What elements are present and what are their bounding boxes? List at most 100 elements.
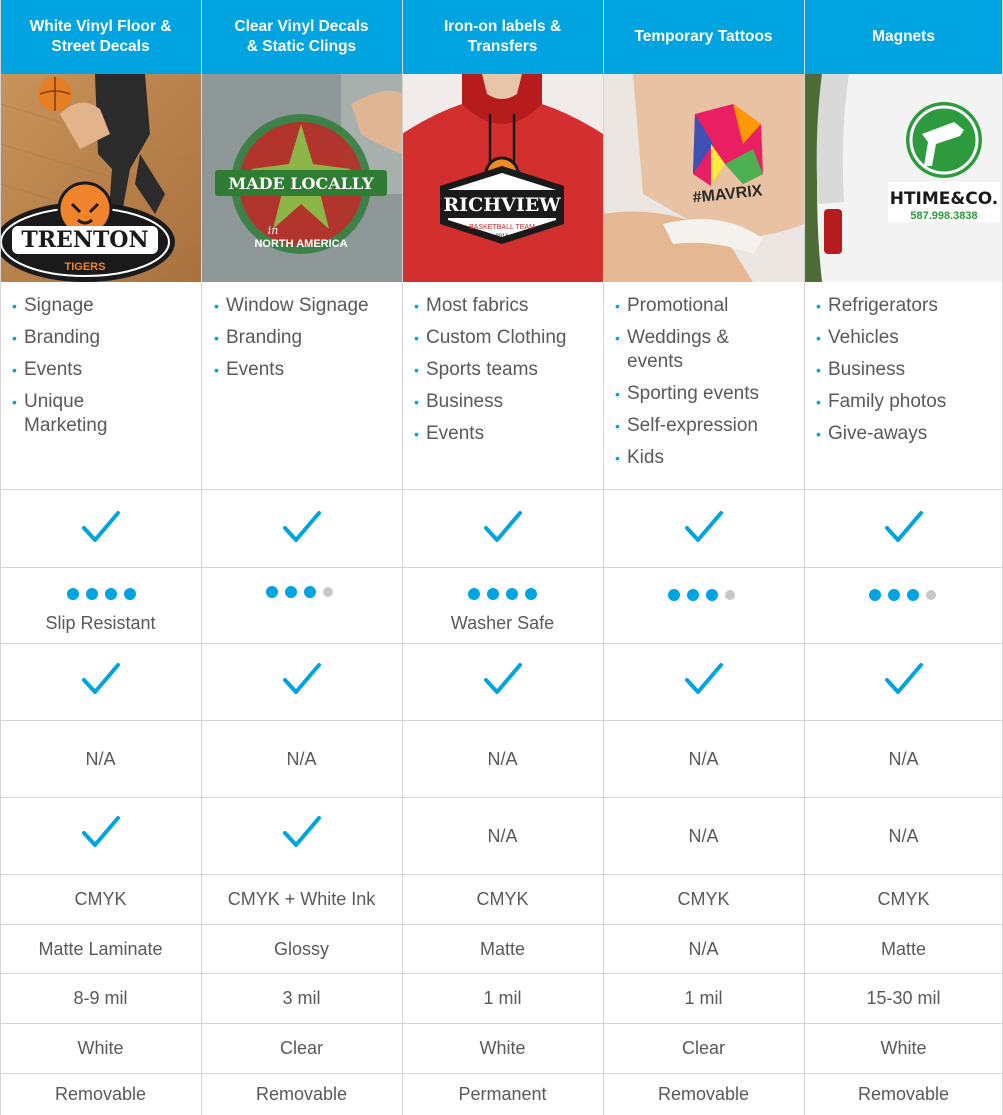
list-item: Promotional	[615, 294, 759, 318]
row-divider	[0, 489, 1003, 490]
svg-text:in: in	[268, 224, 279, 237]
table-cell: 1 mil	[483, 988, 522, 1008]
list-item: Kids	[615, 446, 759, 470]
table-cell: Matte	[880, 938, 927, 959]
product-image-iron-on-hoodie: RICHVIEW BASKETBALL TEAM 2016	[402, 74, 603, 282]
column-header: Iron-on labels & Transfers	[443, 18, 562, 55]
list-item: Branding	[12, 326, 107, 350]
durability-rating	[869, 589, 936, 601]
rating-dot-filled	[506, 588, 518, 600]
list-item: Refrigerators	[816, 294, 946, 318]
table-cell: N/A	[487, 825, 518, 846]
list-item: Vehicles	[816, 326, 946, 350]
svg-text:HTIME&CO.: HTIME&CO.	[890, 189, 999, 209]
table-cell: White	[479, 1038, 526, 1058]
durability-rating	[266, 586, 333, 598]
table-cell: 15-30 mil	[866, 988, 941, 1008]
table-cell: Glossy	[273, 938, 329, 959]
list-item: Custom Clothing	[414, 326, 566, 350]
table-cell: Clear	[681, 1038, 725, 1058]
table-cell: N/A	[487, 748, 518, 769]
table-cell: N/A	[888, 825, 919, 846]
list-item: Sports teams	[414, 358, 566, 382]
checkmark-icon	[82, 663, 120, 694]
rating-dot-filled	[67, 588, 79, 600]
checkmark-icon	[685, 663, 723, 694]
svg-text:587.998.3838: 587.998.3838	[910, 210, 977, 222]
durability-rating	[668, 589, 735, 601]
svg-text:BASKETBALL TEAM: BASKETBALL TEAM	[469, 224, 535, 231]
checkmark-icon	[685, 511, 723, 542]
table-cell: N/A	[85, 748, 116, 769]
svg-text:TIGERS: TIGERS	[65, 261, 106, 273]
checkmark-icon	[283, 511, 321, 542]
rating-dot-filled	[124, 588, 136, 600]
list-item: Most fabrics	[414, 294, 566, 318]
rating-dot-empty	[725, 590, 735, 600]
uses-list: Refrigerators Vehicles Business Family p…	[816, 294, 946, 454]
comparison-table: White Vinyl Floor & Street Decals Clear …	[0, 0, 1003, 1115]
column-header: Clear Vinyl Decals & Static Clings	[234, 18, 369, 55]
rating-dot-filled	[888, 589, 900, 601]
rating-dot-empty	[926, 590, 936, 600]
rating-dot-filled	[668, 589, 680, 601]
checkmark-icon	[283, 663, 321, 694]
list-item: Unique Marketing	[12, 390, 107, 438]
rating-dot-filled	[706, 589, 718, 601]
table-cell: N/A	[688, 938, 719, 959]
uses-list: Most fabrics Custom Clothing Sports team…	[414, 294, 566, 454]
list-item: Give-aways	[816, 422, 946, 446]
list-item: Family photos	[816, 390, 946, 414]
table-cell: CMYK	[74, 889, 127, 909]
table-cell: N/A	[888, 748, 919, 769]
list-item: Events	[214, 358, 369, 382]
table-cell: CMYK + White Ink	[227, 889, 376, 909]
rating-dot-filled	[687, 589, 699, 601]
durability-note: Slip Resistant	[45, 612, 156, 633]
product-image-floor-decal: TRENTON TIGERS	[0, 74, 201, 282]
table-cell: Permanent	[458, 1084, 547, 1104]
checkmark-icon	[484, 511, 522, 542]
table-cell: Matte Laminate	[38, 938, 163, 959]
durability-rating	[468, 588, 537, 600]
rating-dot-filled	[304, 586, 316, 598]
table-cell: CMYK	[877, 889, 930, 909]
rating-dot-filled	[487, 588, 499, 600]
rating-dot-filled	[907, 589, 919, 601]
svg-text:NORTH AMERICA: NORTH AMERICA	[254, 238, 347, 250]
rating-dot-filled	[869, 589, 881, 601]
product-image-vehicle-magnet: HTIME&CO. 587.998.3838	[804, 74, 1003, 282]
table-cell: 8-9 mil	[73, 988, 128, 1008]
list-item: Sporting events	[615, 382, 759, 406]
list-item: Events	[12, 358, 107, 382]
list-item: Events	[414, 422, 566, 446]
rating-dot-filled	[525, 588, 537, 600]
table-cell: CMYK	[476, 889, 529, 909]
column-header: Temporary Tattoos	[634, 28, 773, 45]
rating-dot-filled	[105, 588, 117, 600]
column-header: Magnets	[872, 28, 935, 45]
product-image-clear-decal: MADE LOCALLY in NORTH AMERICA	[201, 74, 402, 282]
checkmark-icon	[484, 663, 522, 694]
uses-list: Promotional Weddings & events Sporting e…	[615, 294, 759, 478]
table-cell: Clear	[279, 1038, 323, 1058]
list-item: Window Signage	[214, 294, 369, 318]
table-cell: N/A	[688, 748, 719, 769]
rating-dot-empty	[323, 587, 333, 597]
svg-text:TRENTON: TRENTON	[21, 227, 148, 253]
durability-rating	[67, 588, 136, 600]
table-cell: White	[880, 1038, 927, 1058]
checkmark-icon	[82, 511, 120, 542]
table-cell: Removable	[857, 1084, 950, 1104]
rating-dot-filled	[468, 588, 480, 600]
product-image-temporary-tattoo: #MAVRIX	[603, 74, 804, 282]
rating-dot-filled	[86, 588, 98, 600]
checkmark-icon	[885, 663, 923, 694]
table-cell: Removable	[657, 1084, 750, 1104]
checkmark-icon	[885, 511, 923, 542]
table-cell: Removable	[255, 1084, 348, 1104]
table-cell: CMYK	[677, 889, 730, 909]
rating-dot-filled	[285, 586, 297, 598]
list-item: Branding	[214, 326, 369, 350]
table-cell: 3 mil	[282, 988, 321, 1008]
